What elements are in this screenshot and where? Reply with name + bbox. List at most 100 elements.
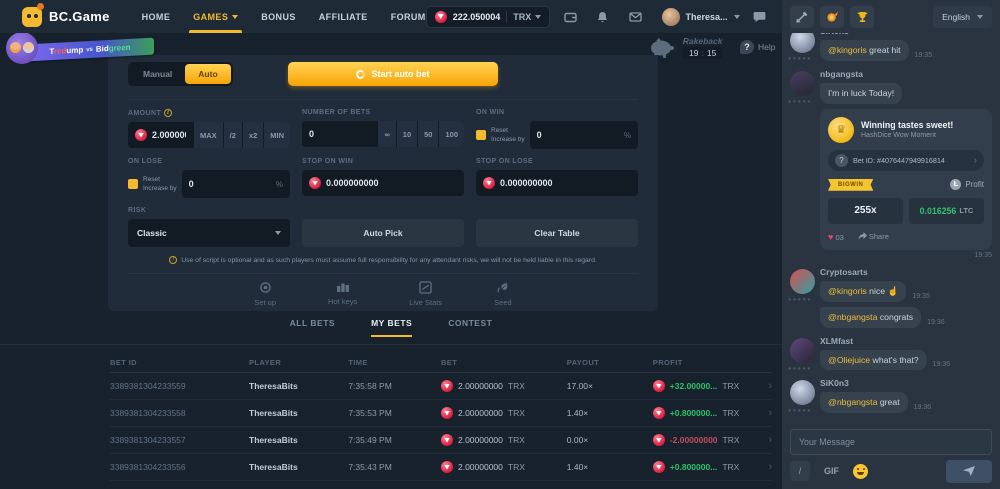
amount-max-button[interactable]: MAX — [194, 122, 223, 148]
chat-message: @nbgangsta congrats — [820, 307, 921, 328]
nav-forum[interactable]: FORUM — [391, 0, 426, 33]
chevron-right-icon[interactable]: › — [768, 461, 772, 473]
currency-selector[interactable]: TRX — [513, 12, 541, 22]
hot-keys-button[interactable]: Hot keys — [328, 281, 357, 307]
on-lose-reset-checkbox[interactable] — [128, 179, 138, 189]
setup-button[interactable]: Set up — [254, 281, 276, 307]
nav-home[interactable]: HOME — [142, 0, 171, 33]
slash-commands-button[interactable]: / — [790, 461, 810, 481]
auto-mode-button[interactable]: Auto — [185, 64, 230, 84]
tab-my-bets[interactable]: MY BETS — [371, 318, 412, 337]
mention[interactable]: @kingoris — [828, 45, 867, 55]
bets-10-button[interactable]: 10 — [397, 121, 417, 147]
bcgame-logo[interactable]: BC.Game — [22, 7, 110, 27]
message-time: 19:36 — [927, 319, 945, 328]
clear-table-button[interactable]: Clear Table — [476, 219, 638, 247]
gear-icon — [259, 281, 272, 294]
chevron-right-icon[interactable]: › — [768, 434, 772, 446]
mention[interactable]: @Oliejuice — [828, 355, 870, 365]
rakeback-widget[interactable]: Rakeback 19:15 — [648, 36, 723, 59]
avatar[interactable] — [790, 380, 815, 405]
chevron-right-icon[interactable]: › — [768, 407, 772, 419]
avatar[interactable] — [790, 33, 815, 53]
trx-coin-icon — [435, 11, 447, 23]
on-win-percent-input[interactable] — [537, 130, 624, 140]
bets-infinite-button[interactable]: ∞ — [378, 121, 395, 147]
auto-pick-button[interactable]: Auto Pick — [302, 219, 464, 247]
table-row[interactable]: 3389381304233559 TheresaBits 7:35:58 PM … — [110, 373, 772, 400]
ltc-coin-icon: Ł — [950, 179, 961, 190]
divider — [128, 273, 638, 274]
chat-username[interactable]: Cryptosarts — [820, 267, 992, 277]
table-row[interactable]: 3389381304233558 TheresaBits 7:35:53 PM … — [110, 400, 772, 427]
wallet-button[interactable] — [558, 7, 582, 27]
bets-50-button[interactable]: 50 — [418, 121, 438, 147]
stop-on-lose-input[interactable] — [500, 178, 631, 188]
on-lose-percent-input[interactable] — [189, 179, 276, 189]
win-share-card[interactable]: ♛ Winning tastes sweet! HashDice Wow Mom… — [820, 109, 992, 250]
chat-message-input[interactable] — [799, 437, 983, 447]
amount-field-group: AMOUNTi MAX /2 x2 MIN — [128, 109, 290, 149]
nav-affiliate[interactable]: AFFILIATE — [319, 0, 368, 33]
promo-banner[interactable]: Tredump vs Bidgreen — [6, 34, 166, 66]
chat-username[interactable]: SiK0n3 — [820, 33, 992, 36]
chat-username[interactable]: XLMfast — [820, 336, 992, 346]
help-widget[interactable]: ? Help — [740, 40, 775, 54]
bet-id: 3389381304233556 — [110, 462, 249, 472]
increase-by-label: Increase by — [491, 136, 525, 143]
player: TheresaBits — [249, 435, 348, 445]
start-auto-bet-button[interactable]: Start auto bet — [288, 62, 498, 86]
fireball-button[interactable] — [820, 6, 844, 28]
chat-toggle-button[interactable] — [748, 7, 772, 27]
mention[interactable]: @nbgangsta — [828, 312, 877, 322]
user-menu[interactable]: Theresa... — [662, 8, 740, 26]
like-button[interactable]: ♥ 03 — [828, 232, 844, 242]
amount-min-button[interactable]: MIN — [264, 122, 290, 148]
avatar[interactable] — [790, 71, 815, 96]
share-button[interactable]: Share — [858, 232, 889, 241]
bets-100-button[interactable]: 100 — [439, 121, 464, 147]
chat-username[interactable]: nbgangsta — [820, 69, 992, 79]
manual-mode-button[interactable]: Manual — [130, 64, 185, 84]
amount-half-button[interactable]: /2 — [224, 122, 242, 148]
notifications-button[interactable] — [591, 7, 615, 27]
live-stats-button[interactable]: Live Stats — [409, 281, 442, 307]
message-time: 19:35 — [912, 293, 930, 302]
seed-button[interactable]: Seed — [494, 281, 512, 307]
table-row[interactable]: 3389381304233556 TheresaBits 7:35:43 PM … — [110, 454, 772, 481]
trx-coin-icon — [653, 380, 665, 392]
number-of-bets-input[interactable] — [309, 129, 370, 139]
chat-input-box — [790, 429, 992, 455]
language-select[interactable]: English — [933, 6, 992, 28]
divider — [0, 344, 782, 345]
win-card-bet-id[interactable]: ? Bet ID: #4076447949916814 › — [828, 150, 984, 171]
emoji-picker-button[interactable] — [853, 464, 868, 479]
send-message-button[interactable] — [946, 460, 992, 483]
trophy-icon — [856, 11, 869, 23]
avatar[interactable] — [790, 338, 815, 363]
bet-id: 3389381304233558 — [110, 408, 249, 418]
balance-pill[interactable]: 222.050004 TRX — [426, 6, 551, 28]
risk-select[interactable]: Classic — [128, 219, 290, 247]
chevron-down-icon — [734, 15, 740, 19]
dart-button[interactable] — [790, 6, 814, 28]
messages-button[interactable] — [623, 7, 647, 27]
avatar[interactable] — [790, 269, 815, 294]
nav-games[interactable]: GAMES — [193, 0, 238, 33]
mention[interactable]: @nbgangsta — [828, 397, 877, 407]
stop-on-win-input[interactable] — [326, 178, 457, 188]
gif-button[interactable]: GIF — [824, 466, 839, 476]
table-row[interactable]: 3389381304233557 TheresaBits 7:35:49 PM … — [110, 427, 772, 454]
tab-all-bets[interactable]: ALL BETS — [290, 318, 335, 337]
info-icon[interactable]: i — [164, 109, 172, 117]
amount-input[interactable] — [152, 130, 186, 140]
on-win-reset-checkbox[interactable] — [476, 130, 486, 140]
amount-double-button[interactable]: x2 — [243, 122, 263, 148]
trophy-button[interactable] — [850, 6, 874, 28]
nav-bonus[interactable]: BONUS — [261, 0, 296, 33]
chevron-right-icon[interactable]: › — [768, 380, 772, 392]
mention[interactable]: @kingoris — [828, 286, 867, 296]
tab-contest[interactable]: CONTEST — [448, 318, 492, 337]
trx-coin-icon — [441, 380, 453, 392]
chat-username[interactable]: SiK0n3 — [820, 378, 992, 388]
